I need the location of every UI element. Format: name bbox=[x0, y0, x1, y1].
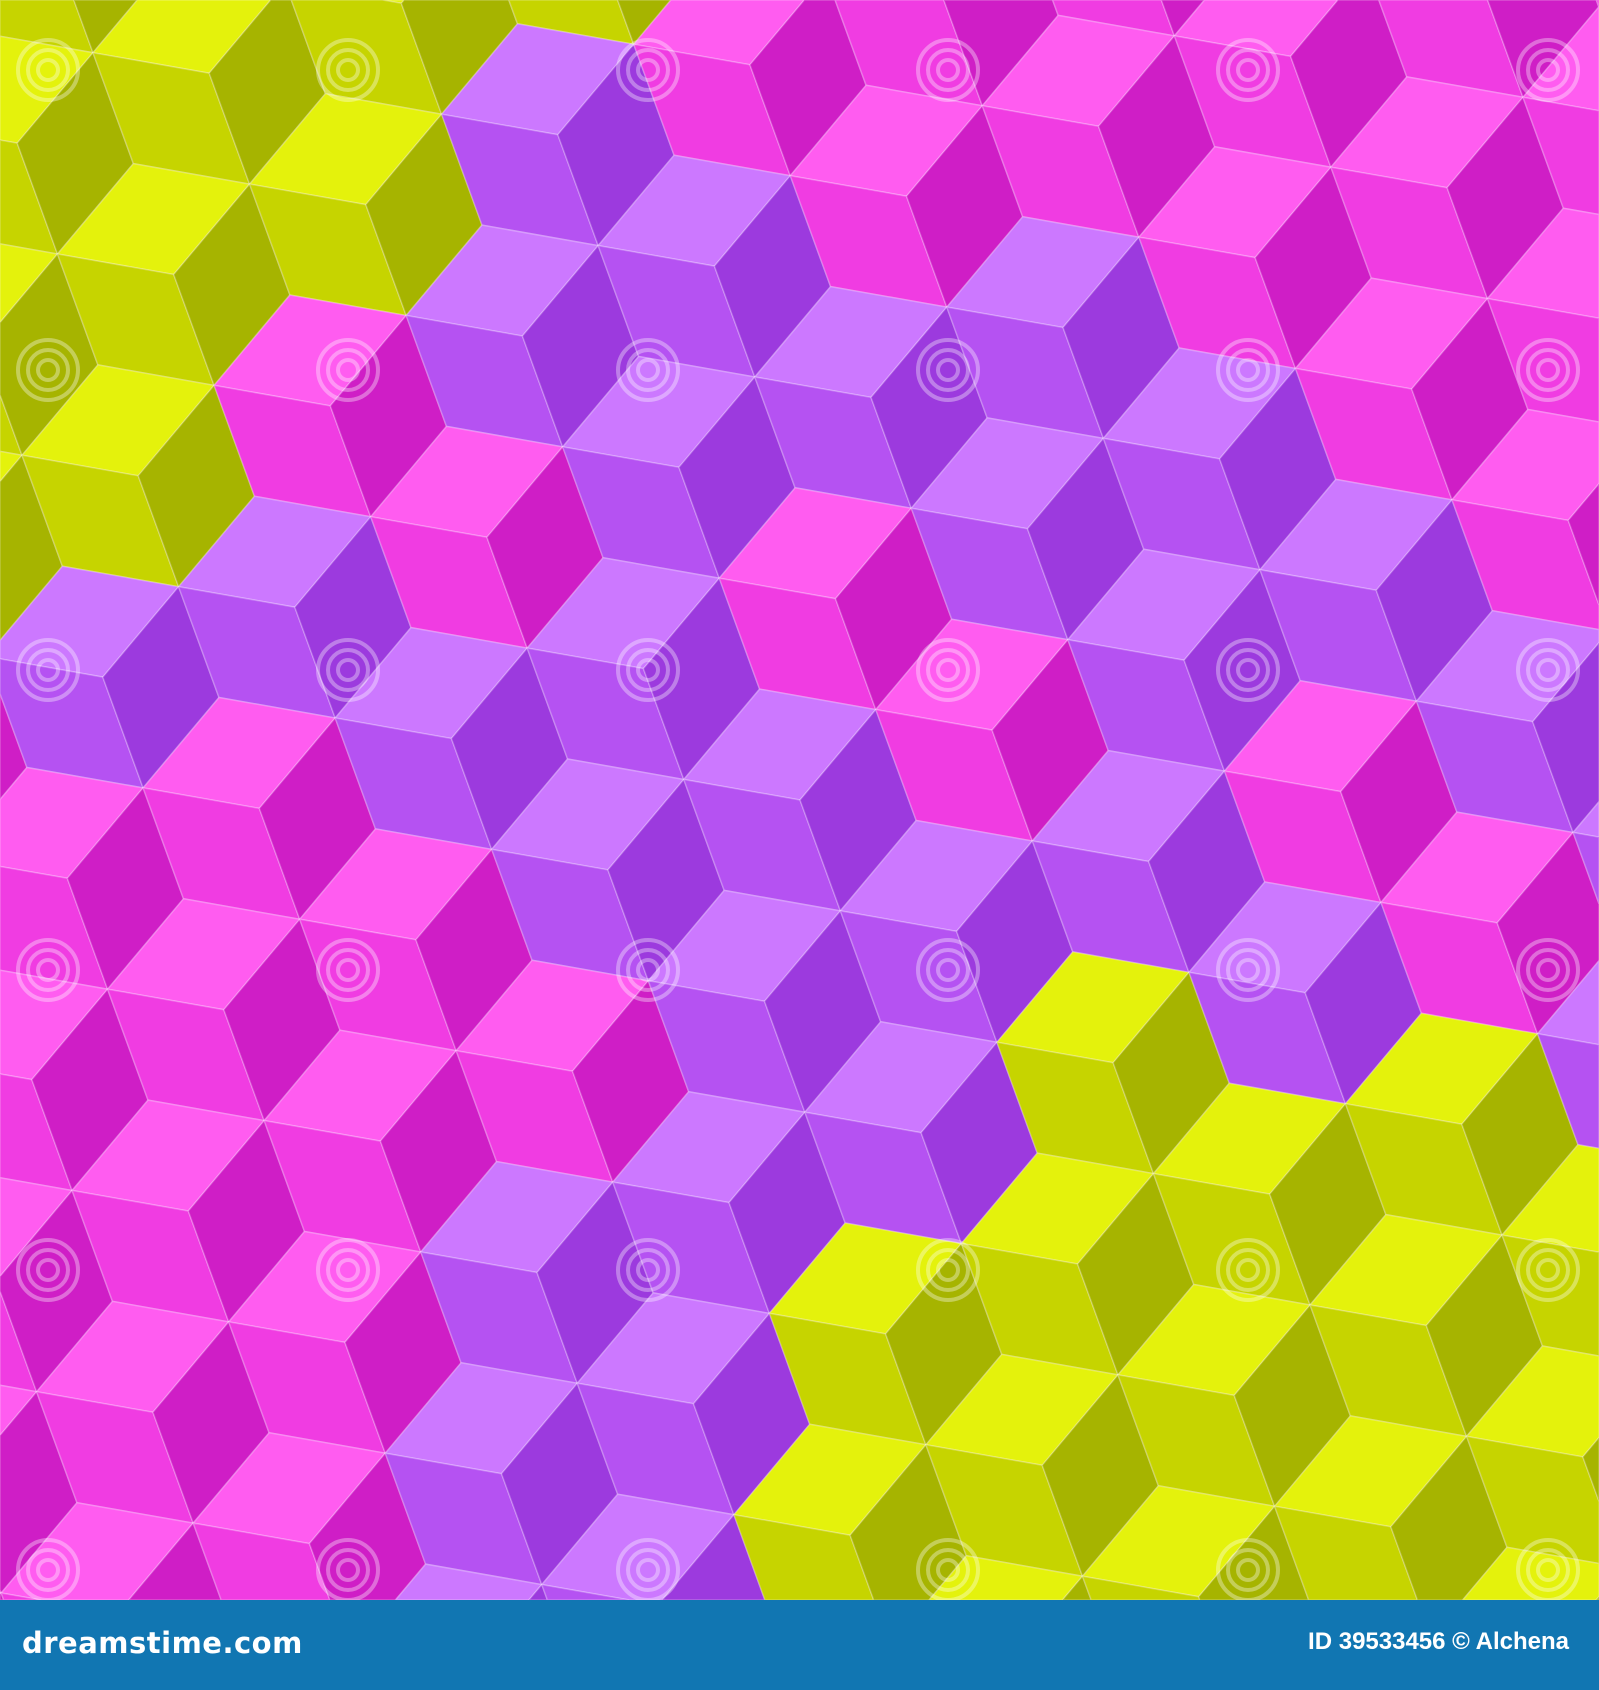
site-name: dreamstime.com bbox=[22, 1626, 303, 1660]
footer-bar: dreamstime.com ID 39533456 © Alchena bbox=[0, 1600, 1599, 1690]
artwork-area bbox=[0, 0, 1599, 1600]
cube-pattern-artwork bbox=[0, 0, 1599, 1600]
cube-grid bbox=[0, 0, 1599, 1600]
image-credit: ID 39533456 © Alchena bbox=[1308, 1628, 1569, 1655]
